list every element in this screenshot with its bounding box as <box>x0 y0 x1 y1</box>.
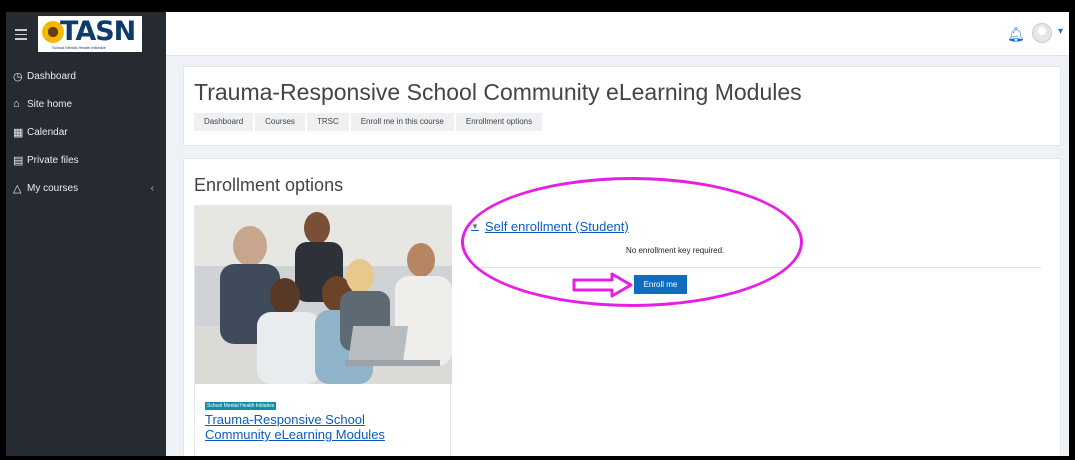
breadcrumb-item[interactable]: Courses <box>255 113 305 131</box>
dashboard-icon: ◷ <box>13 70 23 83</box>
course-title-link[interactable]: Trauma-Responsive School Community eLear… <box>205 412 425 442</box>
navbar-brand-area: TASN School Mental Health Initiative <box>6 12 166 56</box>
drawer-item-label: Dashboard <box>27 70 76 82</box>
course-category-badge: School Mental Health Initiative <box>205 402 277 410</box>
breadcrumb-item[interactable]: Enroll me in this course <box>350 113 454 131</box>
drawer-item-label: Private files <box>27 154 79 166</box>
chevron-left-icon[interactable]: ‹ <box>151 183 154 194</box>
drawer-item-label: Site home <box>27 98 73 110</box>
user-menu-caret-icon[interactable]: ▾ <box>1058 26 1063 37</box>
logo-tagline: School Mental Health Initiative <box>52 45 106 50</box>
page-title: Trauma-Responsive School Community eLear… <box>194 79 802 105</box>
graduation-cap-icon: △ <box>13 182 22 195</box>
breadcrumb: Dashboard Courses TRSC Enroll me in this… <box>194 113 544 131</box>
arrow-right-annotation-icon <box>572 272 633 298</box>
hamburger-menu-icon[interactable] <box>15 26 27 40</box>
site-logo[interactable]: TASN School Mental Health Initiative <box>38 16 142 52</box>
drawer-item-label: Calendar <box>27 126 68 138</box>
screenshot-frame: TASN School Mental Health Initiative 🔔︎ … <box>0 0 1075 460</box>
drawer-item-my-courses[interactable]: △ My courses ‹ <box>6 174 166 202</box>
bell-icon[interactable]: 🔔︎ <box>1007 26 1025 43</box>
top-navbar: TASN School Mental Health Initiative 🔔︎ … <box>6 12 1069 56</box>
drawer-item-site-home[interactable]: ⌂ Site home <box>6 90 166 118</box>
page-header: Trauma-Responsive School Community eLear… <box>183 66 1061 146</box>
browser-viewport: TASN School Mental Health Initiative 🔔︎ … <box>6 12 1069 456</box>
drawer-item-dashboard[interactable]: ◷ Dashboard <box>6 62 166 90</box>
drawer-item-private-files[interactable]: ▤ Private files <box>6 146 166 174</box>
breadcrumb-item[interactable]: Dashboard <box>194 113 254 131</box>
course-image <box>195 206 452 384</box>
calendar-icon: ▦ <box>13 126 24 139</box>
files-icon: ▤ <box>13 154 24 167</box>
section-title: Enrollment options <box>194 175 344 195</box>
home-icon: ⌂ <box>13 98 20 110</box>
nav-drawer: ◷ Dashboard ⌂ Site home ▦ Calendar ▤ Pri… <box>6 56 166 456</box>
course-photo-illustration <box>195 206 452 384</box>
breadcrumb-item[interactable]: TRSC <box>306 113 349 131</box>
logo-text: TASN <box>60 16 136 47</box>
drawer-item-calendar[interactable]: ▦ Calendar <box>6 118 166 146</box>
course-card[interactable]: School Mental Health Initiative Trauma-R… <box>194 205 452 456</box>
breadcrumb-item-current: Enrollment options <box>455 113 543 131</box>
user-avatar[interactable] <box>1032 23 1052 43</box>
drawer-item-label: My courses <box>27 182 79 194</box>
